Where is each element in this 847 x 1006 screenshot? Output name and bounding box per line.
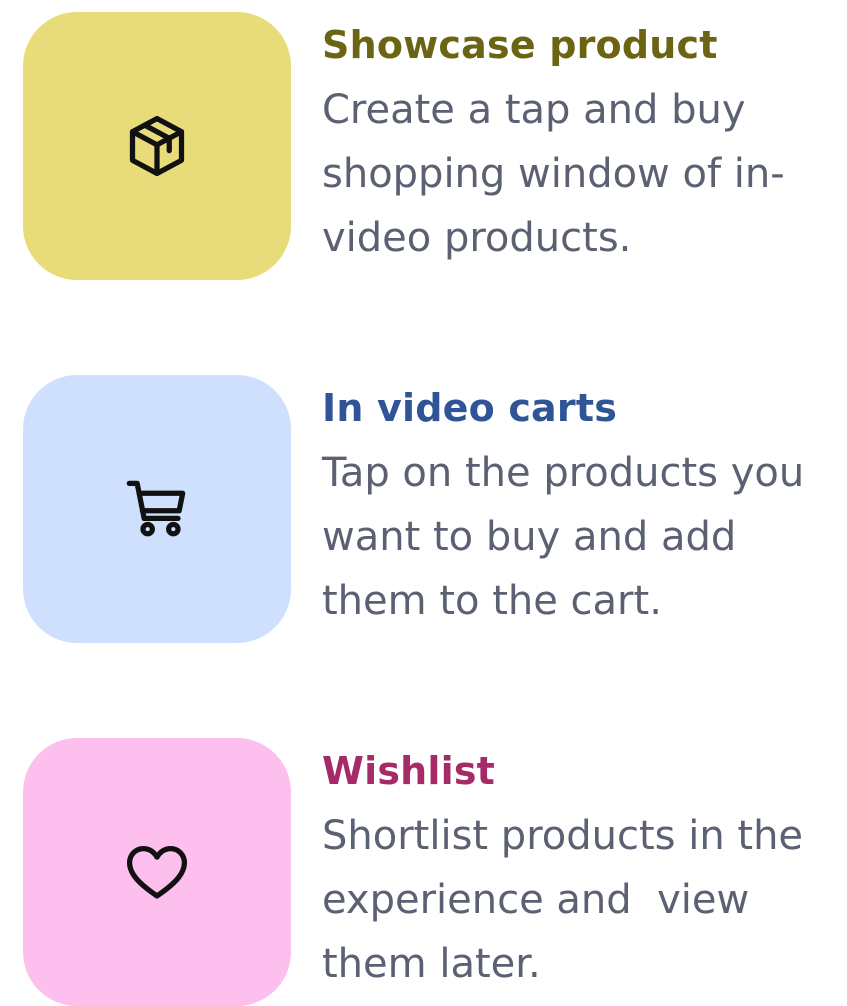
feature-icon-tile (23, 738, 291, 1006)
feature-description: Create a tap and buy shopping window of … (322, 87, 785, 261)
feature-icon-tile (23, 12, 291, 280)
shopping-cart-icon (126, 480, 186, 537)
feature-text: Showcase product Create a tap and buy sh… (322, 12, 847, 270)
feature-in-video-carts: In video carts Tap on the products you w… (23, 375, 847, 643)
feature-icon-tile (23, 375, 291, 643)
feature-title: Showcase product (322, 23, 718, 67)
feature-title: In video carts (322, 386, 618, 430)
feature-description: Shortlist products in the experience and… (322, 813, 816, 987)
feature-description: Tap on the products you want to buy and … (322, 450, 817, 624)
feature-text: Wishlist Shortlist products in the exper… (322, 738, 847, 996)
feature-text: In video carts Tap on the products you w… (322, 375, 847, 633)
feature-showcase-product: Showcase product Create a tap and buy sh… (23, 12, 847, 280)
feature-title: Wishlist (322, 749, 496, 793)
heart-icon (126, 846, 188, 899)
feature-wishlist: Wishlist Shortlist products in the exper… (23, 738, 847, 1006)
package-box-icon (129, 115, 185, 177)
